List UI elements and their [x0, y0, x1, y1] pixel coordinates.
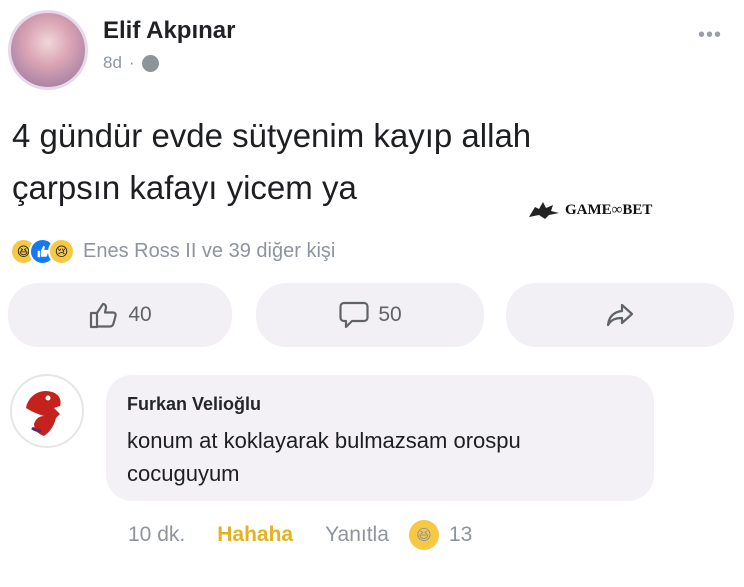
comment-icon [339, 301, 369, 329]
comment-time[interactable]: 10 dk. [128, 523, 185, 547]
comment-button[interactable]: 50 [256, 283, 484, 347]
commenter-name[interactable]: Furkan Velioğlu [127, 394, 261, 415]
meta-separator: · [128, 53, 135, 72]
post-time[interactable]: 8d [103, 53, 122, 73]
post-meta: 8d · [103, 53, 159, 73]
watermark-text: GAME∞BET [565, 201, 653, 218]
reply-button[interactable]: Yanıtla [325, 523, 389, 547]
reactions-summary[interactable]: 😆 😢 Enes Ross II ve 39 diğer kişi [10, 238, 335, 265]
share-button[interactable] [506, 283, 734, 347]
author-avatar[interactable] [8, 10, 88, 90]
comment-text: konum at koklayarak bulmazsam orospu coc… [127, 428, 521, 486]
like-button[interactable]: 40 [8, 283, 232, 347]
commenter-avatar[interactable] [10, 374, 84, 448]
comment-count: 50 [378, 303, 402, 326]
post-text-line: 4 gündür evde sütyenim kayıp allah [12, 117, 532, 154]
thumbs-up-icon [90, 302, 118, 329]
post-author-name[interactable]: Elif Akpınar [103, 17, 235, 45]
reactions-text[interactable]: Enes Ross II ve 39 diğer kişi [83, 240, 335, 263]
share-icon [606, 303, 634, 327]
haha-icon: 😆 [408, 520, 439, 550]
comment-actions: 10 dk. Hahaha Yanıtla 😆 13 [128, 520, 472, 550]
spider-character-icon [26, 390, 61, 436]
globe-icon [141, 54, 159, 72]
more-options-icon[interactable]: ••• [698, 24, 722, 47]
like-count: 40 [128, 303, 152, 326]
haha-reaction-button[interactable]: Hahaha [217, 523, 293, 547]
comment-reaction-count[interactable]: 13 [449, 523, 472, 547]
sad-icon: 😢 [48, 238, 75, 265]
wolf-logo-icon [529, 202, 559, 219]
watermark-logo: GAME∞BET [527, 199, 652, 221]
